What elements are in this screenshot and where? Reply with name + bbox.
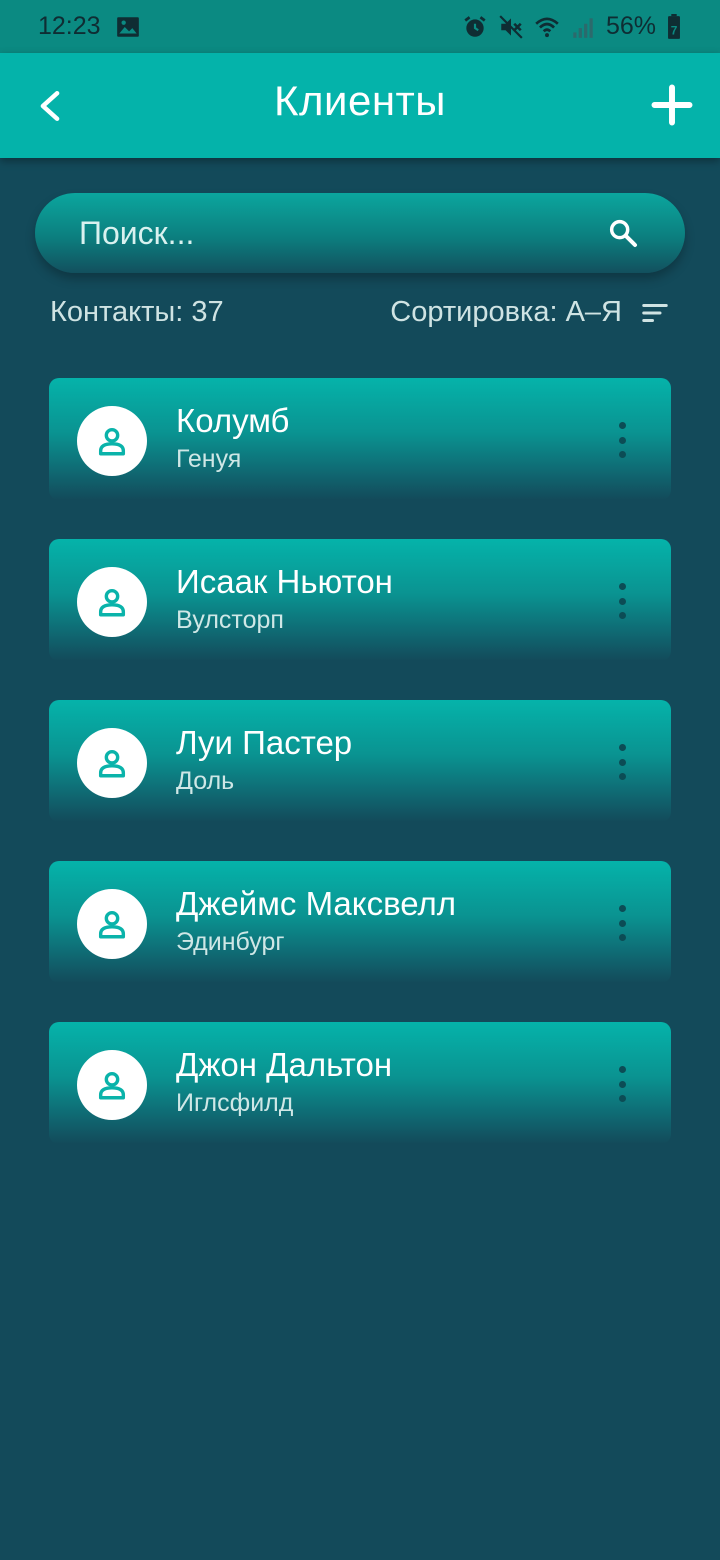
- battery-icon: 7: [666, 13, 682, 40]
- person-icon: [98, 1071, 126, 1100]
- search-input[interactable]: [79, 193, 599, 273]
- more-options-icon[interactable]: [609, 422, 635, 458]
- client-city: Генуя: [176, 445, 242, 473]
- search-icon[interactable]: [607, 217, 639, 249]
- client-name: Джеймс Максвелл: [176, 885, 457, 922]
- person-icon: [98, 427, 126, 456]
- status-bar: 12:23 56% 7: [0, 0, 720, 53]
- person-icon: [98, 749, 126, 778]
- client-name: Джон Дальтон: [176, 1046, 393, 1083]
- svg-text:7: 7: [671, 23, 678, 37]
- client-name: Колумб: [176, 402, 290, 439]
- more-options-icon[interactable]: [609, 744, 635, 780]
- signal-icon: [570, 14, 596, 40]
- wifi-icon: [534, 14, 560, 40]
- avatar: [77, 889, 147, 959]
- contacts-count: Контакты: 37: [50, 296, 224, 328]
- page-title: Клиенты: [274, 77, 446, 124]
- avatar: [77, 728, 147, 798]
- client-name: Исаак Ньютон: [176, 563, 393, 600]
- mute-icon: [498, 14, 524, 40]
- client-city: Доль: [176, 767, 235, 795]
- status-right: 56% 7: [462, 12, 682, 41]
- avatar: [77, 567, 147, 637]
- more-options-icon[interactable]: [609, 1066, 635, 1102]
- image-icon: [115, 14, 141, 40]
- status-time: 12:23: [38, 12, 101, 40]
- add-client-button[interactable]: [646, 79, 698, 131]
- person-icon: [98, 910, 126, 939]
- list-item[interactable]: Луи Пастер Доль: [49, 700, 671, 822]
- client-city: Эдинбург: [176, 928, 285, 956]
- more-options-icon[interactable]: [609, 905, 635, 941]
- search-box[interactable]: [35, 193, 685, 273]
- app-bar: Клиенты: [0, 53, 720, 158]
- avatar: [77, 406, 147, 476]
- client-name: Луи Пастер: [176, 724, 353, 761]
- list-item[interactable]: Джеймс Максвелл Эдинбург: [49, 861, 671, 983]
- sort-icon: [642, 303, 668, 322]
- alarm-icon: [462, 14, 488, 40]
- client-city: Вулсторп: [176, 606, 284, 634]
- sort-control[interactable]: Сортировка: А–Я: [390, 296, 670, 329]
- client-city: Иглсфилд: [176, 1089, 294, 1117]
- sort-label: Сортировка: А–Я: [390, 296, 622, 328]
- list-item[interactable]: Джон Дальтон Иглсфилд: [49, 1022, 671, 1144]
- list-item[interactable]: Колумб Генуя: [49, 378, 671, 500]
- list-item[interactable]: Исаак Ньютон Вулсторп: [49, 539, 671, 661]
- avatar: [77, 1050, 147, 1120]
- list-meta-row: Контакты: 37 Сортировка: А–Я: [50, 296, 670, 336]
- plus-icon: [651, 84, 693, 126]
- client-list: Колумб Генуя Исаак Ньютон Вулсторп Луи П…: [49, 378, 671, 1183]
- battery-percent: 56%: [605, 12, 656, 40]
- more-options-icon[interactable]: [609, 583, 635, 619]
- person-icon: [98, 588, 126, 617]
- status-left: 12:23: [38, 12, 141, 41]
